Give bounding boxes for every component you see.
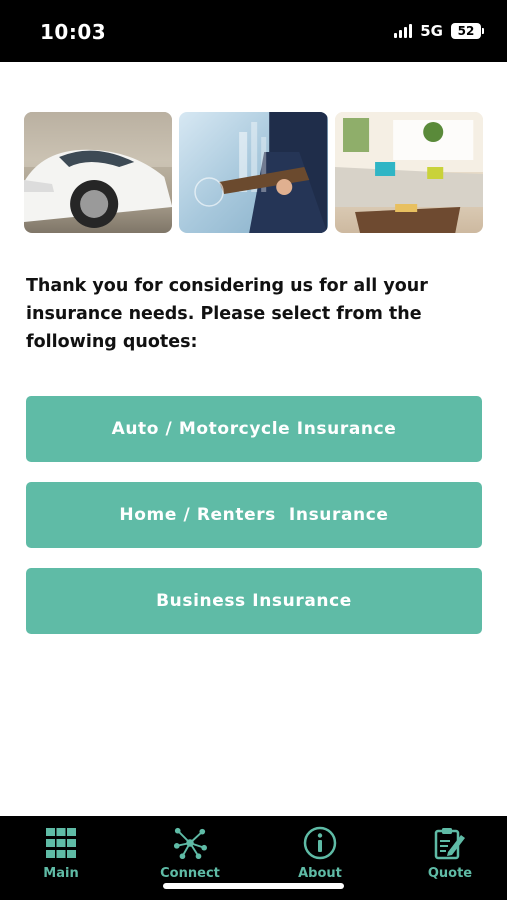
clipboard-edit-icon	[433, 826, 467, 860]
battery-icon: 52	[451, 23, 484, 39]
hero-images	[24, 112, 483, 233]
grid-icon	[44, 826, 78, 860]
signal-icon	[394, 24, 413, 38]
business-insurance-button[interactable]: Business Insurance	[26, 568, 482, 634]
intro-text: Thank you for considering us for all you…	[26, 276, 428, 352]
status-time: 10:03	[40, 20, 107, 44]
home-renters-insurance-button[interactable]: Home / Renters Insurance	[26, 482, 482, 548]
status-indicators: 5G 52	[394, 22, 484, 40]
tab-about-label: About	[298, 866, 342, 881]
home-indicator[interactable]	[163, 883, 344, 889]
sports-car-image	[24, 112, 173, 233]
tab-connect[interactable]: Connect	[140, 826, 240, 881]
auto-motorcycle-insurance-button[interactable]: Auto / Motorcycle Insurance	[26, 396, 482, 462]
network-type: 5G	[420, 22, 443, 40]
tab-about[interactable]: About	[270, 826, 370, 881]
business-tablet-image	[179, 112, 328, 233]
status-bar: 10:03 5G 52	[0, 0, 507, 62]
tab-quote[interactable]: Quote	[400, 826, 500, 881]
tab-quote-label: Quote	[427, 866, 473, 881]
network-icon	[173, 826, 207, 860]
tab-main[interactable]: Main	[11, 826, 111, 881]
living-room-image	[334, 112, 483, 233]
info-icon	[303, 826, 337, 860]
tab-main-label: Main	[43, 866, 79, 881]
tab-connect-label: Connect	[160, 866, 220, 881]
